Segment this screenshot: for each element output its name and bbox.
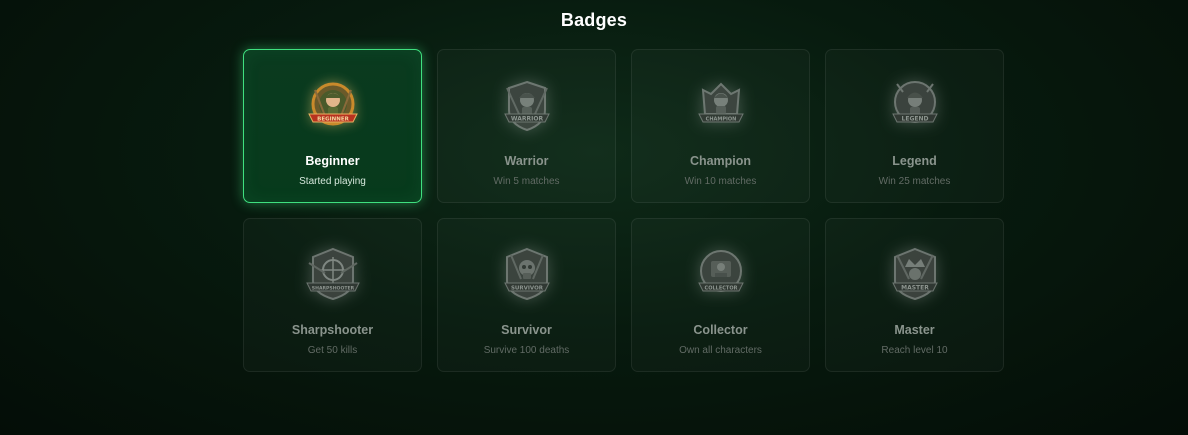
badge-description: Win 25 matches	[878, 176, 951, 187]
badge-description: Own all characters	[679, 345, 762, 356]
svg-text:BEGINNER: BEGINNER	[317, 117, 349, 123]
badge-card-sharpshooter[interactable]: SHARPSHOOTER Sharpshooter Get 50 kills	[243, 218, 422, 372]
badge-card-collector[interactable]: COLLECTOR Collector Own all characters	[631, 218, 810, 372]
badge-description: Reach level 10	[881, 345, 948, 356]
svg-text:CHAMPION: CHAMPION	[705, 117, 736, 123]
collector-badge-icon: COLLECTOR	[689, 243, 753, 307]
badge-card-warrior[interactable]: WARRIOR Warrior Win 5 matches	[437, 49, 616, 203]
badge-name: Champion	[689, 154, 752, 168]
champion-badge-icon: CHAMPION	[689, 74, 753, 138]
badge-description: Win 10 matches	[684, 176, 757, 187]
badge-name: Legend	[892, 154, 937, 168]
warrior-badge-icon: WARRIOR	[495, 74, 559, 138]
badge-name: Beginner	[305, 154, 360, 168]
sharpshooter-badge-icon: SHARPSHOOTER	[301, 243, 365, 307]
badge-description: Win 5 matches	[493, 176, 560, 187]
svg-text:MASTER: MASTER	[901, 285, 929, 292]
badge-card-master[interactable]: MASTER Master Reach level 10	[825, 218, 1004, 372]
svg-text:SHARPSHOOTER: SHARPSHOOTER	[311, 286, 354, 292]
svg-text:WARRIOR: WARRIOR	[510, 116, 543, 123]
badge-name: Sharpshooter	[291, 323, 374, 337]
beginner-badge-icon: BEGINNER	[301, 74, 365, 138]
badge-description: Survive 100 deaths	[483, 345, 570, 356]
badge-card-champion[interactable]: CHAMPION Champion Win 10 matches	[631, 49, 810, 203]
badge-name: Master	[894, 323, 935, 337]
svg-text:COLLECTOR: COLLECTOR	[704, 286, 737, 292]
badge-name: Survivor	[501, 323, 552, 337]
badge-card-legend[interactable]: LEGEND Legend Win 25 matches	[825, 49, 1004, 203]
badge-description: Get 50 kills	[307, 345, 358, 356]
svg-text:LEGEND: LEGEND	[901, 116, 928, 123]
badge-grid: BEGINNER Beginner Started playing WARRIO…	[243, 49, 1004, 372]
badge-name: Warrior	[504, 154, 549, 168]
survivor-badge-icon: SURVIVOR	[495, 243, 559, 307]
badge-card-beginner[interactable]: BEGINNER Beginner Started playing	[243, 49, 422, 203]
legend-badge-icon: LEGEND	[883, 74, 947, 138]
master-badge-icon: MASTER	[883, 243, 947, 307]
badge-card-survivor[interactable]: SURVIVOR Survivor Survive 100 deaths	[437, 218, 616, 372]
badge-description: Started playing	[299, 176, 366, 187]
page-title: Badges	[560, 10, 628, 30]
svg-text:SURVIVOR: SURVIVOR	[510, 286, 543, 292]
badge-name: Collector	[693, 323, 748, 337]
